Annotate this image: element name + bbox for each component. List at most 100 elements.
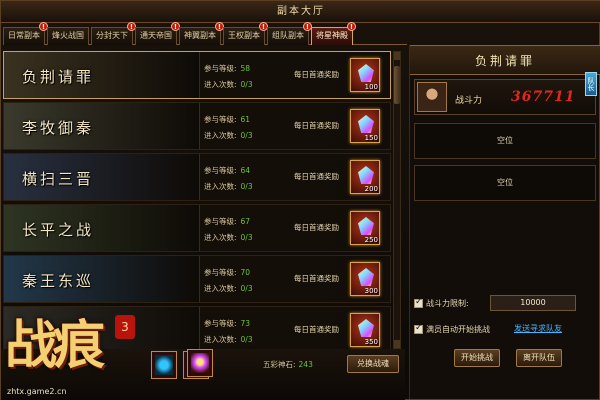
soul-slot-3[interactable] bbox=[187, 349, 213, 377]
scroll-down-icon[interactable] bbox=[394, 340, 400, 348]
gem-icon bbox=[358, 64, 374, 82]
dungeon-list: 负荆请罪 参与等级: 58 进入次数: 0/3 每日首通奖励 100 李牧御秦 参与等级: 61 进… bbox=[3, 51, 391, 349]
entries-value: 0/3 bbox=[240, 182, 253, 191]
gem-icon bbox=[358, 268, 374, 286]
first-clear-reward-label: 每日首通奖励 bbox=[294, 223, 339, 232]
tab-kingship[interactable]: 王权副本! bbox=[223, 22, 268, 45]
power-label: 战斗力 bbox=[455, 96, 483, 106]
stone-value: 243 bbox=[298, 360, 313, 369]
tab-label: 日常副本 bbox=[8, 31, 40, 40]
tab-label: 通天帝国 bbox=[140, 31, 172, 40]
leave-team-button[interactable]: 离开队伍 bbox=[516, 349, 562, 367]
reward-item[interactable]: 300 bbox=[350, 262, 380, 296]
alert-badge-icon: ! bbox=[347, 22, 356, 31]
level-value: 73 bbox=[240, 319, 251, 328]
tab-fief[interactable]: 分封天下! bbox=[91, 22, 136, 45]
reward-item[interactable]: 150 bbox=[350, 109, 380, 143]
avatar bbox=[417, 82, 447, 112]
entries-label: 进入次数: bbox=[204, 284, 237, 293]
entries-label: 进入次数: bbox=[204, 182, 237, 191]
auto-start-row: ✓ 满员自动开始挑战 bbox=[414, 323, 490, 335]
dungeon-row[interactable]: 秦王东巡 参与等级: 70 进入次数: 0/3 每日首通奖励 300 bbox=[3, 255, 391, 303]
exchange-soul-button[interactable]: 兑换战魂 bbox=[347, 355, 399, 373]
start-challenge-button[interactable]: 开始挑战 bbox=[454, 349, 500, 367]
level-value: 70 bbox=[240, 268, 251, 277]
tab-label: 分封天下 bbox=[96, 31, 128, 40]
tab-label: 将星神殿 bbox=[316, 31, 348, 40]
dungeon-info: 参与等级: 58 进入次数: 0/3 bbox=[204, 61, 253, 93]
recruit-teammates-link[interactable]: 发送寻求队友 bbox=[514, 323, 562, 334]
dungeon-row[interactable]: 负荆请罪 参与等级: 58 进入次数: 0/3 每日首通奖励 100 bbox=[3, 51, 391, 99]
level-value: 64 bbox=[240, 166, 251, 175]
list-scrollbar[interactable] bbox=[393, 51, 401, 349]
dungeon-info: 参与等级: 73 进入次数: 0/3 bbox=[204, 316, 253, 348]
reward-item[interactable]: 200 bbox=[350, 160, 380, 194]
dungeon-name: 长平之战 bbox=[22, 221, 95, 239]
reward-qty: 350 bbox=[364, 338, 378, 346]
dungeon-name: 秦王东巡 bbox=[22, 272, 95, 290]
tab-team[interactable]: 组队副本! bbox=[267, 22, 312, 45]
dungeon-row[interactable]: 长平之战 参与等级: 67 进入次数: 0/3 每日首通奖励 250 bbox=[3, 204, 391, 252]
empty-member-slot-2[interactable]: 空位 bbox=[414, 165, 596, 201]
leader-badge: 队长 bbox=[585, 72, 597, 96]
power-limit-checkbox[interactable]: ✓ bbox=[414, 297, 423, 308]
rainbow-gem-icon bbox=[191, 353, 209, 373]
level-label: 参与等级: bbox=[204, 115, 237, 124]
team-dungeon-title: 负荆请罪 bbox=[410, 45, 600, 75]
entries-label: 进入次数: bbox=[204, 233, 237, 242]
soul-slot-1[interactable] bbox=[151, 351, 177, 379]
dungeon-hall-window: 副本大厅 日常副本! 烽火战国 分封天下! 通天帝国! 神翼副本! 王权副本! … bbox=[0, 0, 600, 400]
tab-daily[interactable]: 日常副本! bbox=[3, 22, 48, 45]
dungeon-info: 参与等级: 61 进入次数: 0/3 bbox=[204, 112, 253, 144]
reward-qty: 100 bbox=[364, 83, 378, 91]
reward-qty: 150 bbox=[364, 134, 378, 142]
five-color-stone-count: 五彩神石: 243 bbox=[263, 359, 313, 370]
dungeon-row[interactable]: 参与等级: 73 进入次数: 0/3 每日首通奖励 350 bbox=[3, 306, 391, 349]
dungeon-info: 参与等级: 67 进入次数: 0/3 bbox=[204, 214, 253, 246]
team-panel: 负荆请罪 战斗力 367711 队长 空位 空位 ✓ 战斗力限制: 10000 ✓… bbox=[409, 45, 600, 399]
gem-icon bbox=[358, 217, 374, 235]
reward-item[interactable]: 100 bbox=[350, 58, 380, 92]
blue-orb-icon bbox=[155, 355, 173, 375]
entries-value: 0/3 bbox=[240, 131, 253, 140]
window-title: 副本大厅 bbox=[277, 6, 325, 17]
gem-icon bbox=[358, 115, 374, 133]
level-label: 参与等级: bbox=[204, 64, 237, 73]
power-limit-input[interactable]: 10000 bbox=[490, 295, 576, 311]
reward-item[interactable]: 250 bbox=[350, 211, 380, 245]
dungeon-row[interactable]: 横扫三晋 参与等级: 64 进入次数: 0/3 每日首通奖励 200 bbox=[3, 153, 391, 201]
team-member-leader[interactable]: 战斗力 367711 队长 bbox=[414, 72, 597, 115]
reward-item[interactable]: 350 bbox=[350, 313, 380, 347]
check-icon: ✓ bbox=[415, 323, 423, 333]
dungeon-name: 横扫三晋 bbox=[22, 170, 95, 188]
tab-wing[interactable]: 神翼副本! bbox=[179, 22, 224, 45]
auto-start-checkbox[interactable]: ✓ bbox=[414, 323, 423, 334]
empty-member-slot-1[interactable]: 空位 bbox=[414, 123, 596, 159]
tab-general-temple[interactable]: 将星神殿! bbox=[311, 22, 356, 45]
first-clear-reward-label: 每日首通奖励 bbox=[294, 325, 339, 334]
reward-qty: 250 bbox=[364, 236, 378, 244]
tab-beacon-war[interactable]: 烽火战国 bbox=[47, 27, 89, 45]
entries-value: 0/3 bbox=[240, 233, 253, 242]
dungeon-thumbnail: 长平之战 bbox=[4, 205, 200, 251]
entries-value: 0/3 bbox=[240, 80, 253, 89]
first-clear-reward-label: 每日首通奖励 bbox=[294, 121, 339, 130]
gem-icon bbox=[358, 166, 374, 184]
dungeon-thumbnail bbox=[4, 307, 200, 349]
dungeon-info: 参与等级: 64 进入次数: 0/3 bbox=[204, 163, 253, 195]
scrollbar-thumb[interactable] bbox=[394, 66, 400, 104]
level-label: 参与等级: bbox=[204, 319, 237, 328]
tab-label: 神翼副本 bbox=[184, 31, 216, 40]
check-icon: ✓ bbox=[415, 297, 423, 307]
dungeon-thumbnail: 横扫三晋 bbox=[4, 154, 200, 200]
dungeon-name: 负荆请罪 bbox=[22, 68, 95, 86]
first-clear-reward-label: 每日首通奖励 bbox=[294, 70, 339, 79]
tab-empire[interactable]: 通天帝国! bbox=[135, 22, 180, 45]
dungeon-info: 参与等级: 70 进入次数: 0/3 bbox=[204, 265, 253, 297]
tab-label: 组队副本 bbox=[272, 31, 304, 40]
entries-value: 0/3 bbox=[240, 284, 253, 293]
dungeon-row[interactable]: 李牧御秦 参与等级: 61 进入次数: 0/3 每日首通奖励 150 bbox=[3, 102, 391, 150]
dungeon-name: 李牧御秦 bbox=[22, 119, 95, 137]
level-label: 参与等级: bbox=[204, 268, 237, 277]
scroll-up-icon[interactable] bbox=[394, 52, 400, 60]
